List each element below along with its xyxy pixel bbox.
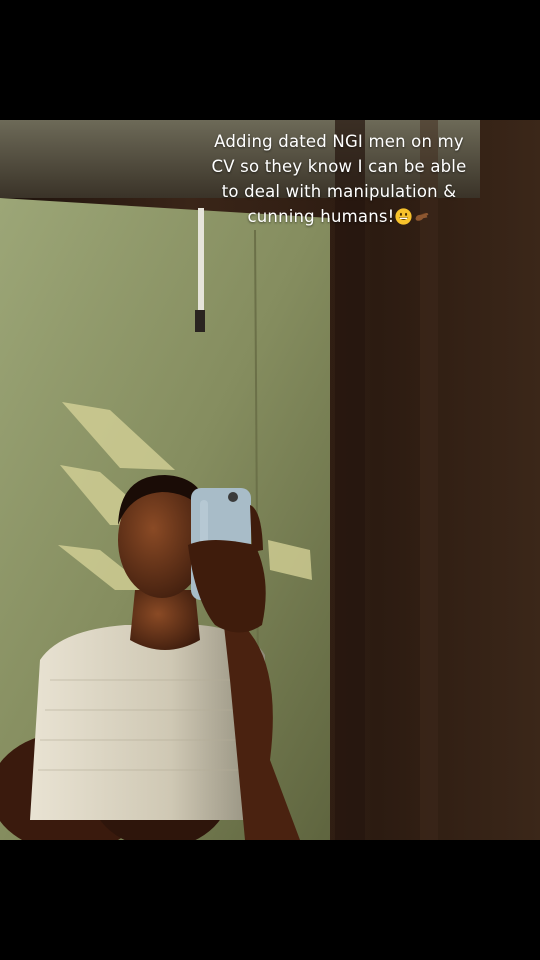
caption-text-block: Adding dated NGI men on my CV so they kn… bbox=[210, 129, 468, 229]
letterbox-bottom bbox=[0, 840, 540, 960]
pinched-fingers-hand-emoji bbox=[416, 212, 429, 221]
grinning-face-emoji bbox=[395, 208, 413, 225]
letterbox-top bbox=[0, 0, 540, 120]
